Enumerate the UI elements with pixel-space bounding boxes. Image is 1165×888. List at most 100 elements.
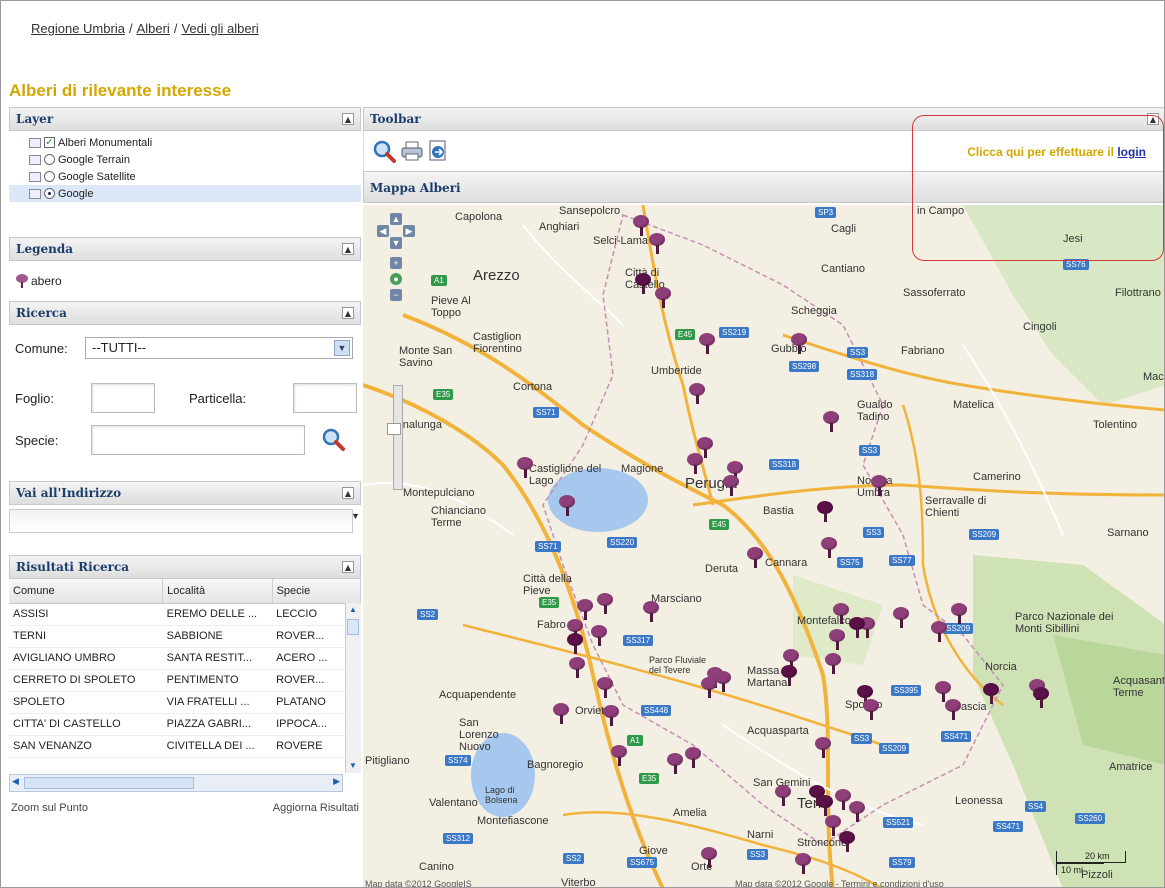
table-row[interactable]: SPOLETO VIA FRATELLI ... PLATANO [9, 691, 361, 714]
login-link[interactable]: login [1117, 145, 1146, 159]
column-header-localita[interactable]: Località [162, 579, 273, 604]
tree-marker[interactable] [649, 233, 665, 255]
map-attribution-right[interactable]: Map data ©2012 Google - Termini e condiz… [735, 879, 944, 887]
breadcrumb-regione-umbria[interactable]: Regione Umbria [31, 21, 125, 36]
tree-marker[interactable] [701, 677, 717, 699]
zoom-in-icon[interactable]: + [390, 257, 402, 269]
map-canvas[interactable]: Capolona Sansepolcro Anghiari Selci-Lama… [363, 205, 1164, 887]
tree-marker[interactable] [603, 705, 619, 727]
address-input[interactable] [9, 509, 353, 533]
scroll-right-icon[interactable]: ▶ [333, 776, 340, 787]
tree-marker[interactable] [833, 603, 849, 625]
tree-marker[interactable] [577, 599, 593, 621]
tree-marker[interactable] [795, 853, 811, 875]
collapse-icon[interactable]: ▲ [342, 561, 354, 573]
scrollbar-thumb[interactable] [347, 619, 359, 635]
tree-marker[interactable] [553, 703, 569, 725]
tree-marker[interactable] [849, 617, 865, 639]
tree-marker[interactable] [701, 847, 717, 869]
tree-marker[interactable] [559, 495, 575, 517]
tree-marker[interactable] [829, 629, 845, 651]
zoom-slider-knob[interactable] [387, 423, 401, 435]
tree-marker[interactable] [567, 633, 583, 655]
tree-marker[interactable] [633, 215, 649, 237]
tree-marker[interactable] [1033, 687, 1049, 709]
zoom-to-point-button[interactable]: Zoom sul Punto [11, 802, 88, 814]
results-horizontal-scrollbar[interactable]: ◀ ▶ [9, 774, 343, 792]
collapse-icon[interactable]: ▲ [342, 487, 354, 499]
collapse-icon[interactable]: ▲ [1147, 113, 1159, 125]
layer-item-google-satellite[interactable]: Google Satellite [17, 168, 361, 185]
tree-marker[interactable] [775, 785, 791, 807]
column-header-specie[interactable]: Specie [272, 579, 361, 604]
tree-marker[interactable] [689, 383, 705, 405]
tree-marker[interactable] [791, 333, 807, 355]
tree-marker[interactable] [871, 475, 887, 497]
tree-marker[interactable] [715, 671, 731, 693]
scrollbar-thumb[interactable] [24, 777, 194, 789]
breadcrumb-vedi-alberi[interactable]: Vedi gli alberi [181, 21, 258, 36]
tree-marker[interactable] [815, 737, 831, 759]
tree-marker[interactable] [635, 273, 651, 295]
collapse-icon[interactable]: ▲ [342, 307, 354, 319]
table-row[interactable]: TERNI SABBIONE ROVER... [9, 625, 361, 648]
tree-marker[interactable] [821, 537, 837, 559]
column-header-comune[interactable]: Comune [9, 579, 164, 604]
comune-select[interactable]: --TUTTI-- ▼ [85, 337, 353, 359]
tree-marker[interactable] [687, 453, 703, 475]
layer-item-google[interactable]: Google [9, 185, 361, 202]
tree-marker[interactable] [893, 607, 909, 629]
layer-checkbox[interactable]: ✓ [44, 137, 55, 148]
table-row[interactable]: CERRETO DI SPOLETO PENTIMENTO ROVER... [9, 669, 361, 692]
zoom-slider[interactable] [393, 385, 403, 490]
tree-marker[interactable] [517, 457, 533, 479]
tree-marker[interactable] [983, 683, 999, 705]
tree-marker[interactable] [825, 653, 841, 675]
tree-marker[interactable] [817, 795, 833, 817]
scroll-up-icon[interactable]: ▲ [346, 603, 360, 617]
table-row[interactable]: ASSISI EREMO DELLE ... LECCIO [9, 603, 361, 626]
tree-marker[interactable] [781, 665, 797, 687]
pan-right-icon[interactable]: ▶ [403, 225, 415, 237]
pan-down-icon[interactable]: ▼ [390, 237, 402, 249]
layer-radio[interactable] [44, 188, 55, 199]
tree-marker[interactable] [699, 333, 715, 355]
tree-marker[interactable] [723, 475, 739, 497]
tree-marker[interactable] [611, 745, 627, 767]
tree-marker[interactable] [817, 501, 833, 523]
zoom-out-icon[interactable]: − [390, 289, 402, 301]
tree-marker[interactable] [747, 547, 763, 569]
tree-marker[interactable] [667, 753, 683, 775]
tree-marker[interactable] [849, 801, 865, 823]
layer-radio[interactable] [44, 154, 55, 165]
scroll-left-icon[interactable]: ◀ [12, 776, 19, 787]
particella-input[interactable] [293, 383, 357, 413]
foglio-input[interactable] [91, 383, 155, 413]
breadcrumb-alberi[interactable]: Alberi [137, 21, 170, 36]
table-row[interactable]: AVIGLIANO UMBRO SANTA RESTIT... ACERO ... [9, 647, 361, 670]
tree-marker[interactable] [945, 699, 961, 721]
collapse-icon[interactable]: ▲ [342, 243, 354, 255]
collapse-icon[interactable]: ▲ [342, 113, 354, 125]
layer-radio[interactable] [44, 171, 55, 182]
pan-left-icon[interactable]: ◀ [377, 225, 389, 237]
scroll-down-icon[interactable]: ▼ [346, 759, 360, 773]
export-icon[interactable] [426, 139, 450, 163]
table-row[interactable]: CITTA' DI CASTELLO PIAZZA GABRI... IPPOCA.… [9, 713, 361, 736]
globe-icon[interactable]: ● [390, 273, 402, 285]
tree-marker[interactable] [591, 625, 607, 647]
print-icon[interactable] [400, 139, 424, 163]
chevron-down-icon[interactable]: ▼ [351, 511, 361, 531]
tree-marker[interactable] [931, 621, 947, 643]
refresh-results-button[interactable]: Aggiorna Risultati [273, 802, 359, 814]
table-row[interactable]: SAN VENANZO CIVITELLA DEI ... ROVERE [9, 735, 361, 758]
layer-item-alberi-monumentali[interactable]: ✓ Alberi Monumentali [17, 134, 361, 151]
tree-marker[interactable] [839, 831, 855, 853]
tree-marker[interactable] [597, 593, 613, 615]
tree-marker[interactable] [863, 699, 879, 721]
tree-marker[interactable] [685, 747, 701, 769]
tree-marker[interactable] [951, 603, 967, 625]
zoom-icon[interactable] [372, 139, 396, 163]
tree-marker[interactable] [655, 287, 671, 309]
tree-marker[interactable] [643, 601, 659, 623]
